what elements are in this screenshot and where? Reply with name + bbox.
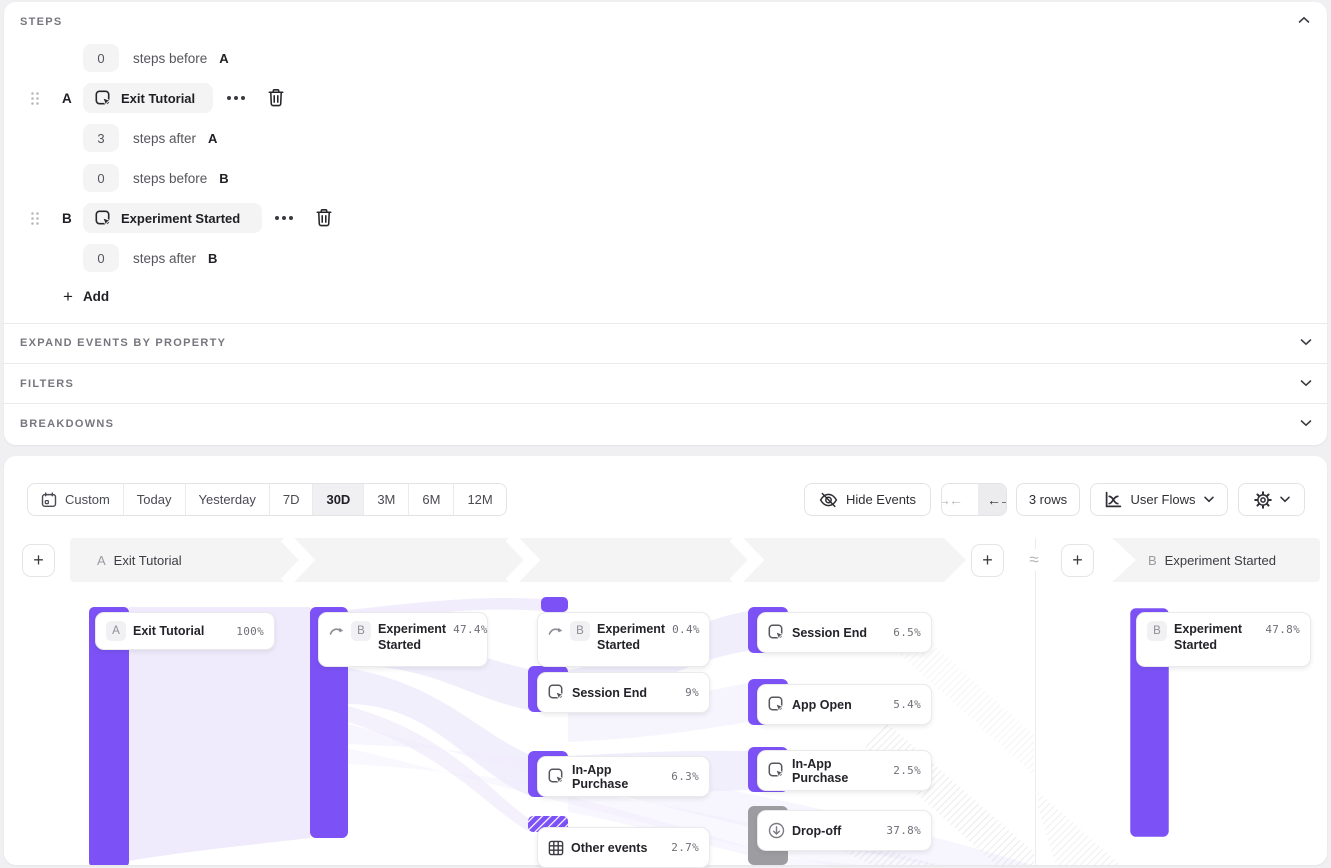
section-filters[interactable]: FILTERS [20,378,74,390]
flow-header-b[interactable]: B Experiment Started [1148,553,1276,568]
step-b-letter: B [62,211,72,226]
range-6m[interactable]: 6M [408,484,453,515]
range-7d[interactable]: 7D [269,484,313,515]
add-column-before-b-button[interactable]: + [1061,544,1094,577]
step-a-event-button[interactable]: Exit Tutorial [83,83,213,113]
expand-columns-button[interactable]: ←→ [978,484,1007,515]
node-bar-experiment-started-small[interactable] [541,597,568,612]
event-click-icon [768,624,785,641]
flow-header-a[interactable]: A Exit Tutorial [97,553,182,568]
flow-node-session-end-2[interactable]: Session End 6.5% [757,612,932,653]
eye-off-icon [819,491,838,509]
add-column-after-a-button[interactable]: + [971,544,1004,577]
event-click-icon [768,696,785,713]
section-divider [4,323,1327,324]
chevron-up-icon[interactable] [1298,16,1310,24]
flow-node-experiment-started[interactable]: B Experiment Started 47.4% [318,612,488,667]
trash-icon[interactable] [267,88,285,107]
steps-after-a-input[interactable]: 3 [83,124,119,152]
range-3m[interactable]: 3M [363,484,408,515]
flow-node-app-open[interactable]: App Open 5.4% [757,684,932,725]
flow-node-in-app-purchase[interactable]: In-App Purchase 6.3% [537,756,710,797]
jump-ahead-icon [329,621,344,636]
grid-icon [548,840,564,856]
step-a-letter: A [62,91,72,106]
section-divider [4,403,1327,404]
calendar-icon [41,492,57,508]
event-click-icon [95,210,112,227]
chevron-down-icon [1280,496,1290,503]
flow-node-drop-off[interactable]: Drop-off 37.8% [757,810,932,851]
chevron-down-icon[interactable] [1300,338,1312,346]
steps-before-a-label: steps beforeA [133,44,229,72]
step-b-badge: B [1147,621,1167,641]
event-click-icon [768,762,785,779]
flow-node-other-events[interactable]: Other events 2.7% [537,827,710,868]
drag-handle-icon[interactable] [30,91,40,106]
steps-before-a-input[interactable]: 0 [83,44,119,72]
collapse-columns-button[interactable]: →← [941,484,970,515]
event-click-icon [548,768,565,785]
gear-icon [1254,491,1272,509]
trash-icon[interactable] [315,208,333,227]
steps-before-b-input[interactable]: 0 [83,164,119,192]
range-yesterday[interactable]: Yesterday [185,484,269,515]
section-breakdowns[interactable]: BREAKDOWNS [20,418,114,430]
range-30d-selected[interactable]: 30D [312,484,363,515]
hide-events-button[interactable]: Hide Events [804,483,931,516]
step-a-badge: A [106,621,126,641]
section-break-divider [1035,538,1036,865]
date-range-selector: Custom Today Yesterday 7D 30D 3M 6M 12M [27,483,507,516]
event-click-icon [95,90,112,107]
step-b-event-name: Experiment Started [121,211,240,226]
step-b-badge: B [351,621,371,641]
flow-node-session-end[interactable]: Session End 9% [537,672,710,713]
flow-node-exit-tutorial[interactable]: A Exit Tutorial 100% [95,612,275,650]
section-divider [4,363,1327,364]
view-type-dropdown[interactable]: User Flows [1090,483,1228,516]
range-12m[interactable]: 12M [453,484,505,515]
range-custom[interactable]: Custom [28,484,123,515]
flows-chart-icon [1104,491,1122,509]
event-click-icon [548,684,565,701]
rows-count-button[interactable]: 3 rows [1016,483,1080,516]
flow-node-experiment-started-b[interactable]: B Experiment Started 47.8% [1136,612,1311,667]
chevron-down-icon[interactable] [1300,379,1312,387]
add-column-left-button[interactable]: + [22,544,55,577]
section-expand-events[interactable]: EXPAND EVENTS BY PROPERTY [20,337,226,349]
steps-after-b-label: steps afterB [133,244,217,272]
flow-node-in-app-purchase-2[interactable]: In-App Purchase 2.5% [757,750,932,791]
range-today[interactable]: Today [123,484,185,515]
more-options-icon[interactable] [225,93,247,103]
settings-dropdown[interactable] [1238,483,1305,516]
steps-section-title: STEPS [20,16,63,28]
drop-off-icon [768,822,785,839]
flow-node-experiment-started-2[interactable]: B Experiment Started 0.4% [537,612,710,667]
chevron-down-icon [1204,496,1214,503]
jump-ahead-icon [548,621,563,636]
add-step-button[interactable]: + Add [63,288,109,305]
chevron-down-icon[interactable] [1300,419,1312,427]
steps-after-b-input[interactable]: 0 [83,244,119,272]
user-flows-report: STEPS 0 steps beforeA A Exit Tutorial 3 … [0,0,1331,865]
step-b-badge: B [570,621,590,641]
collapse-expand-toggle: →← ←→ [941,483,1007,516]
drag-handle-icon[interactable] [30,211,40,226]
step-a-event-name: Exit Tutorial [121,91,195,106]
more-options-icon[interactable] [273,213,295,223]
steps-after-a-label: steps afterA [133,124,217,152]
step-b-event-button[interactable]: Experiment Started [83,203,262,233]
steps-before-b-label: steps beforeB [133,164,229,192]
section-break-symbol: ≈ [1022,549,1046,571]
plus-icon: + [63,288,73,305]
